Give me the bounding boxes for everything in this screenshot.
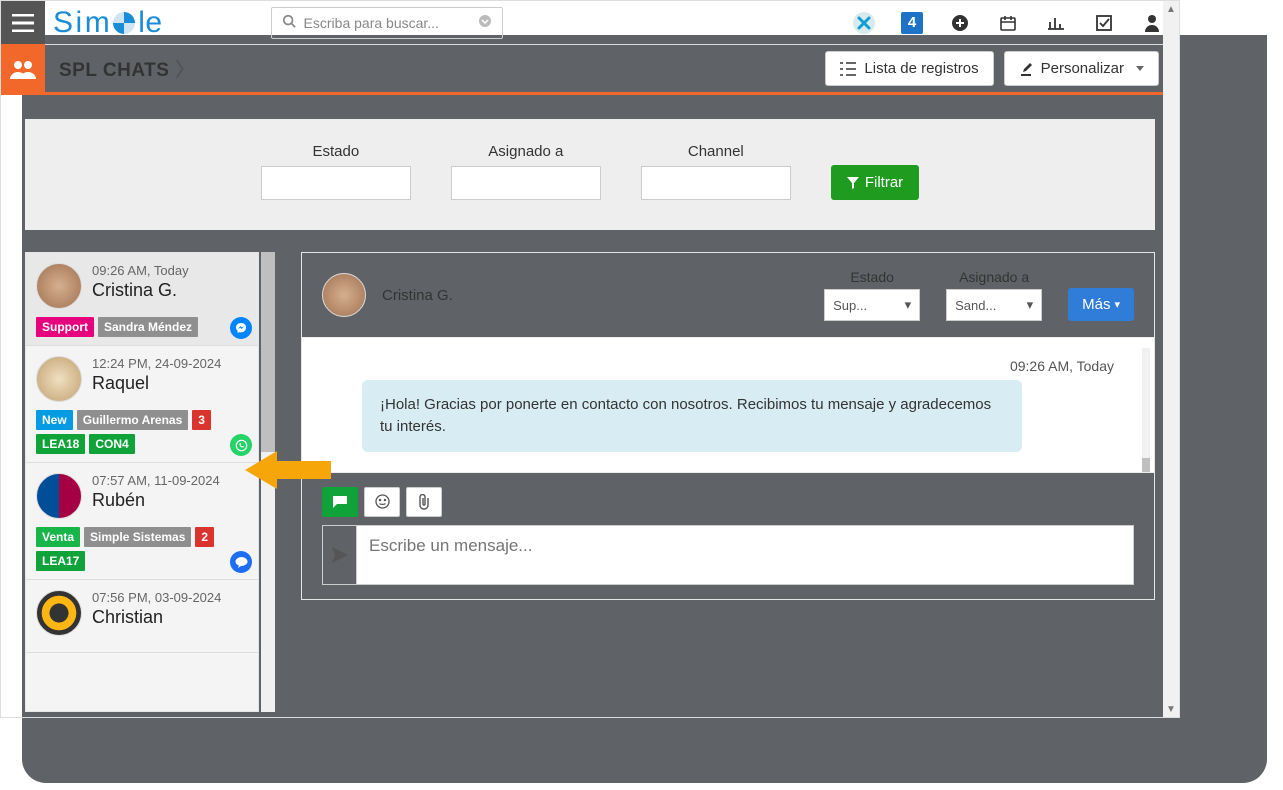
app-icon-x[interactable] <box>853 12 875 34</box>
chat-list-item[interactable]: 12:24 PM, 24-09-2024 Raquel NewGuillermo… <box>26 346 258 463</box>
chat-tag: Sandra Méndez <box>98 317 198 337</box>
avatar <box>36 590 82 636</box>
chevron-down-icon <box>478 14 492 31</box>
chat-time: 07:56 PM, 03-09-2024 <box>92 590 248 605</box>
conv-asignado-select[interactable]: Sand...▾ <box>946 289 1042 321</box>
conv-avatar <box>322 273 366 317</box>
filter-asignado-label: Asignado a <box>488 143 563 160</box>
customize-button[interactable]: Personalizar <box>1004 51 1159 86</box>
module-title[interactable]: SPL CHATS〉 <box>59 55 195 82</box>
filter-estado-label: Estado <box>312 143 359 160</box>
filter-channel-input[interactable] <box>641 166 791 200</box>
nav-icons: 4 <box>853 12 1163 34</box>
conv-contact-name: Cristina G. <box>382 287 453 304</box>
chat-tag: Support <box>36 317 94 337</box>
chat-tag: 3 <box>192 410 211 430</box>
hamburger-menu[interactable] <box>1 1 45 45</box>
conversation-panel: Cristina G. Estado Sup...▾ Asignado a Sa… <box>301 252 1155 600</box>
compose-reply-tab[interactable] <box>322 487 358 517</box>
chat-name: Raquel <box>92 373 248 394</box>
caret-down-icon <box>1136 66 1144 71</box>
conv-estado-select[interactable]: Sup...▾ <box>824 289 920 321</box>
search-icon <box>282 14 296 31</box>
filter-button[interactable]: Filtrar <box>831 165 919 200</box>
compose-textarea[interactable] <box>356 525 1134 585</box>
avatar <box>36 263 82 309</box>
check-icon[interactable] <box>1093 12 1115 34</box>
chat-tag: CON4 <box>89 434 134 454</box>
chat-name: Cristina G. <box>92 280 248 301</box>
page-scrollbar[interactable]: ▲▼ <box>1163 1 1179 717</box>
message-bubble: ¡Hola! Gracias por ponerte en contacto c… <box>362 380 1022 452</box>
filter-channel-label: Channel <box>688 143 744 160</box>
app-icon-4[interactable]: 4 <box>901 12 923 34</box>
chat-tag: LEA17 <box>36 551 85 571</box>
avatar <box>36 356 82 402</box>
module-icon[interactable] <box>1 44 45 94</box>
chat-time: 12:24 PM, 24-09-2024 <box>92 356 248 371</box>
global-search[interactable]: Escriba para buscar... <box>271 7 503 39</box>
chat-name: Christian <box>92 607 248 628</box>
logo: Simle <box>53 6 163 40</box>
chat-name: Rubén <box>92 490 248 511</box>
message-timestamp: 09:26 AM, Today <box>322 358 1134 374</box>
send-button[interactable] <box>322 525 356 585</box>
filter-strip: Estado Asignado a Channel Filtrar <box>25 119 1155 230</box>
search-placeholder: Escriba para buscar... <box>304 15 439 31</box>
topbar: Simle Escriba para buscar... 4 <box>1 1 1179 45</box>
compose-attach-button[interactable] <box>406 487 442 517</box>
more-button[interactable]: Más▾ <box>1068 288 1134 321</box>
conv-estado-label: Estado <box>850 269 894 285</box>
conv-scrollbar[interactable] <box>1142 348 1150 462</box>
chat-time: 07:57 AM, 11-09-2024 <box>92 473 248 488</box>
chat-list-scrollbar[interactable] <box>261 252 275 712</box>
chat-tag: Simple Sistemas <box>84 527 191 547</box>
conv-messages: 09:26 AM, Today ¡Hola! Gracias por poner… <box>302 338 1154 472</box>
chat-tag: Guillermo Arenas <box>77 410 189 430</box>
chat-tag: 2 <box>195 527 214 547</box>
list-view-button[interactable]: Lista de registros <box>825 51 993 86</box>
chat-list-item[interactable]: 07:57 AM, 11-09-2024 Rubén VentaSimple S… <box>26 463 258 580</box>
chat-tag: New <box>36 410 73 430</box>
chat-list-item[interactable]: 09:26 AM, Today Cristina G. SupportSandr… <box>26 253 258 346</box>
plus-icon[interactable] <box>949 12 971 34</box>
chat-tag: Venta <box>36 527 80 547</box>
filter-estado-input[interactable] <box>261 166 411 200</box>
user-icon[interactable] <box>1141 12 1163 34</box>
chat-list-item[interactable]: 07:56 PM, 03-09-2024 Christian <box>26 580 258 653</box>
compose-emoji-button[interactable] <box>364 487 400 517</box>
chat-tag: LEA18 <box>36 434 85 454</box>
calendar-icon[interactable] <box>997 12 1019 34</box>
chat-list: 09:26 AM, Today Cristina G. SupportSandr… <box>25 252 259 712</box>
avatar <box>36 473 82 519</box>
chevron-right-icon: 〉 <box>175 60 195 81</box>
conv-asignado-label: Asignado a <box>959 269 1029 285</box>
chart-icon[interactable] <box>1045 12 1067 34</box>
chat-time: 09:26 AM, Today <box>92 263 248 278</box>
filter-asignado-input[interactable] <box>451 166 601 200</box>
